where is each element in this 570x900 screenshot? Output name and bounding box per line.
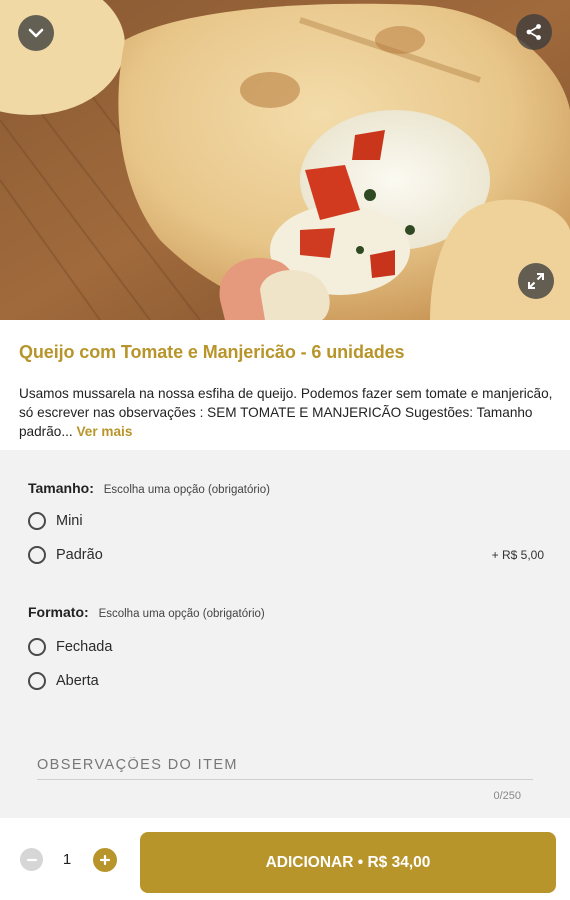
option-label: Aberta	[56, 673, 99, 689]
product-info: Queijo com Tomate e Manjericão - 6 unida…	[0, 320, 570, 450]
option-size-padrao[interactable]: Padrão + R$ 5,00	[28, 543, 544, 567]
radio-button[interactable]	[28, 546, 46, 564]
option-group-hint: Escolha uma opção (obrigatório)	[103, 484, 270, 496]
see-more-link[interactable]: Ver mais	[76, 424, 132, 439]
product-title: Queijo com Tomate e Manjericão - 6 unida…	[19, 342, 405, 362]
option-group-size-header: Tamanho: Escolha uma opção (obrigatório)	[28, 480, 270, 496]
option-price: + R$ 5,00	[491, 548, 544, 562]
expand-icon	[528, 273, 544, 289]
decrease-quantity-button[interactable]	[20, 848, 43, 871]
notes-input[interactable]	[37, 750, 533, 780]
expand-image-button[interactable]	[518, 263, 554, 299]
option-format-fechada[interactable]: Fechada	[28, 635, 544, 659]
option-group-name: Tamanho:	[28, 480, 94, 496]
option-size-mini[interactable]: Mini	[28, 509, 544, 533]
quantity-value: 1	[62, 851, 72, 868]
radio-button[interactable]	[28, 672, 46, 690]
share-button[interactable]	[516, 14, 552, 50]
share-icon	[526, 24, 541, 40]
radio-button[interactable]	[28, 512, 46, 530]
radio-button[interactable]	[28, 638, 46, 656]
add-to-cart-bar: 1 ADICIONAR • R$ 34,00	[0, 818, 570, 900]
chevron-down-icon	[28, 28, 44, 38]
minus-icon	[26, 858, 37, 861]
product-image	[0, 0, 570, 320]
options-panel: Tamanho: Escolha uma opção (obrigatório)…	[0, 450, 570, 818]
product-photo	[0, 0, 570, 320]
increase-quantity-button[interactable]	[93, 848, 117, 872]
notes-char-counter: 0/250	[493, 790, 521, 802]
option-format-aberta[interactable]: Aberta	[28, 669, 544, 693]
option-group-format-header: Formato: Escolha uma opção (obrigatório)	[28, 604, 265, 620]
option-label: Padrão	[56, 547, 103, 563]
plus-icon	[99, 854, 111, 866]
option-label: Mini	[56, 513, 83, 529]
product-description: Usamos mussarela na nossa esfiha de quei…	[19, 384, 554, 441]
notes-field-wrapper: 0/250	[37, 750, 533, 802]
option-group-name: Formato:	[28, 604, 89, 620]
option-group-hint: Escolha uma opção (obrigatório)	[98, 608, 265, 620]
collapse-button[interactable]	[18, 15, 54, 51]
option-label: Fechada	[56, 639, 113, 655]
add-to-cart-button[interactable]: ADICIONAR • R$ 34,00	[140, 832, 556, 893]
